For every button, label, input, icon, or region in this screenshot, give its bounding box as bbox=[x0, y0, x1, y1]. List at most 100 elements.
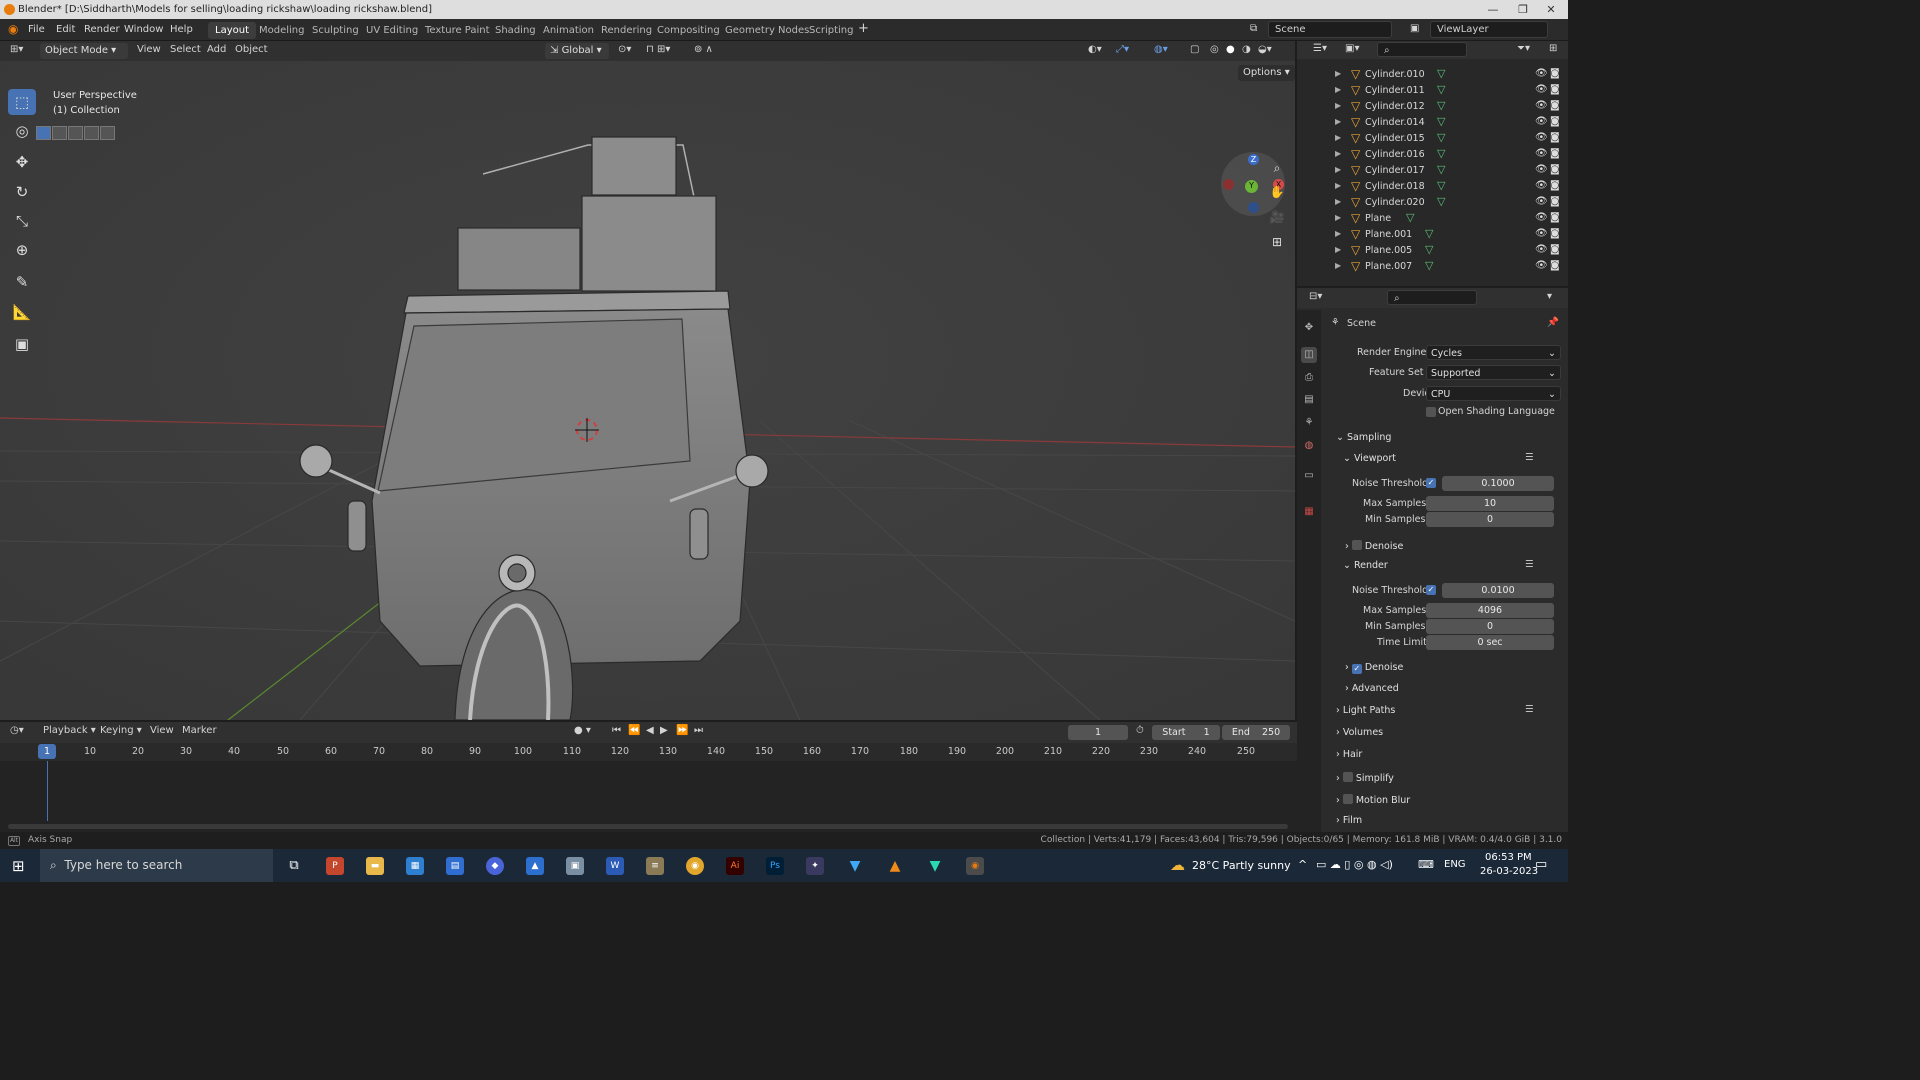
zoom-icon[interactable]: ⌕ bbox=[1267, 158, 1287, 178]
maximize-button[interactable]: ❐ bbox=[1508, 0, 1538, 19]
task-view-icon[interactable]: ⧉ bbox=[285, 857, 303, 875]
tray-chevron-icon[interactable]: ^ bbox=[1298, 858, 1307, 871]
motion-blur-checkbox[interactable] bbox=[1342, 794, 1353, 804]
select-invert-icon[interactable] bbox=[84, 126, 99, 140]
3d-viewport[interactable]: User Perspective (1) Collection Options … bbox=[0, 61, 1295, 720]
simplify-section[interactable]: › Simplify bbox=[1336, 771, 1394, 784]
vp-noise-field[interactable]: 0.1000 bbox=[1442, 476, 1554, 491]
menu-timeline-view[interactable]: View bbox=[150, 725, 174, 736]
r-denoise-checkbox[interactable]: ✓ bbox=[1351, 664, 1362, 674]
vp-denoise-checkbox[interactable] bbox=[1351, 540, 1362, 550]
menu-render[interactable]: Render bbox=[84, 24, 120, 35]
new-collection-icon[interactable]: ⊞ bbox=[1549, 43, 1557, 54]
prev-keyframe-icon[interactable]: ⏪ bbox=[628, 725, 640, 736]
select-subtract-icon[interactable] bbox=[68, 126, 83, 140]
menu-object[interactable]: Object bbox=[235, 44, 268, 55]
vp-max-field[interactable]: 10 bbox=[1426, 496, 1554, 511]
object-mode-dropdown[interactable]: Object Mode ▾ bbox=[40, 43, 128, 59]
outliner-row[interactable]: ▶ ▽ Cylinder.011 ▽ 👁 ◙ bbox=[1297, 83, 1568, 99]
osl-checkbox[interactable] bbox=[1426, 407, 1436, 417]
sampling-section[interactable]: ⌄ Sampling bbox=[1336, 432, 1391, 443]
chrome-icon[interactable]: ◉ bbox=[686, 857, 704, 875]
render-camera-icon[interactable]: ◙ bbox=[1550, 260, 1560, 271]
transform-tool-icon[interactable]: ⊕ bbox=[8, 237, 36, 263]
render-camera-icon[interactable]: ◙ bbox=[1550, 68, 1560, 79]
cursor-tool-icon[interactable]: ◎ bbox=[8, 118, 36, 144]
mesh-data-icon[interactable]: ▽ bbox=[1437, 99, 1445, 112]
timeline-scrollbar[interactable] bbox=[8, 824, 1288, 829]
render-camera-icon[interactable]: ◙ bbox=[1550, 180, 1560, 191]
render-camera-icon[interactable]: ◙ bbox=[1550, 148, 1560, 159]
mesh-data-icon[interactable]: ▽ bbox=[1437, 195, 1445, 208]
mesh-data-icon[interactable]: ▽ bbox=[1437, 163, 1445, 176]
app-icon[interactable]: ◆ bbox=[486, 857, 504, 875]
app-icon[interactable]: ✦ bbox=[806, 857, 824, 875]
mesh-data-icon[interactable]: ▽ bbox=[1437, 131, 1445, 144]
menu-help[interactable]: Help bbox=[170, 24, 193, 35]
mesh-data-icon[interactable]: ▽ bbox=[1425, 243, 1433, 256]
blender-taskbar-icon[interactable]: ◉ bbox=[966, 857, 984, 875]
weather-icon[interactable]: ☁ bbox=[1170, 856, 1185, 874]
close-button[interactable]: ✕ bbox=[1536, 0, 1566, 19]
visibility-eye-icon[interactable]: 👁 bbox=[1535, 228, 1548, 239]
visibility-eye-icon[interactable]: 👁 bbox=[1535, 260, 1548, 271]
properties-editor-icon[interactable]: ⊟▾ bbox=[1309, 291, 1322, 302]
outliner-search[interactable]: ⌕ bbox=[1377, 42, 1467, 57]
expand-arrow-icon[interactable]: ▶ bbox=[1335, 229, 1341, 238]
vp-denoise-subsection[interactable]: › Denoise bbox=[1345, 539, 1403, 552]
menu-marker[interactable]: Marker bbox=[182, 725, 217, 736]
gizmo-y-axis[interactable]: Y bbox=[1245, 180, 1258, 193]
windows-start-icon[interactable]: ⊞ bbox=[12, 857, 25, 875]
visibility-eye-icon[interactable]: 👁 bbox=[1535, 164, 1548, 175]
tab-shading[interactable]: Shading bbox=[488, 22, 543, 39]
r-noise-checkbox[interactable]: ✓ bbox=[1426, 585, 1436, 595]
blender-menu-icon[interactable]: ◉ bbox=[8, 22, 18, 36]
tool-tab-icon[interactable]: ✥ bbox=[1301, 320, 1317, 336]
expand-arrow-icon[interactable]: ▶ bbox=[1335, 181, 1341, 190]
vp-noise-checkbox[interactable]: ✓ bbox=[1426, 478, 1436, 488]
r-max-field[interactable]: 4096 bbox=[1426, 603, 1554, 618]
mesh-data-icon[interactable]: ▽ bbox=[1425, 227, 1433, 240]
jump-end-icon[interactable]: ⏭ bbox=[694, 725, 703, 736]
app-icon[interactable]: ▦ bbox=[406, 857, 424, 875]
menu-playback[interactable]: Playback ▾ bbox=[43, 725, 96, 736]
options-dropdown[interactable]: Options ▾ bbox=[1238, 65, 1295, 81]
add-workspace-icon[interactable]: + bbox=[858, 21, 869, 36]
outliner-editor-icon[interactable]: ☰▾ bbox=[1313, 43, 1327, 54]
illustrator-icon[interactable]: Ai bbox=[726, 857, 744, 875]
editor-type-icon[interactable]: ⊞▾ bbox=[10, 44, 23, 55]
volumes-section[interactable]: › Volumes bbox=[1336, 727, 1383, 738]
vp-min-field[interactable]: 0 bbox=[1426, 512, 1554, 527]
render-camera-icon[interactable]: ◙ bbox=[1550, 164, 1560, 175]
mesh-data-icon[interactable]: ▽ bbox=[1437, 83, 1445, 96]
wireframe-shading-icon[interactable]: ◎ bbox=[1210, 44, 1219, 55]
expand-arrow-icon[interactable]: ▶ bbox=[1335, 197, 1341, 206]
expand-arrow-icon[interactable]: ▶ bbox=[1335, 117, 1341, 126]
simplify-checkbox[interactable] bbox=[1342, 772, 1353, 782]
mesh-data-icon[interactable]: ▽ bbox=[1437, 115, 1445, 128]
tab-compositing[interactable]: Compositing bbox=[650, 22, 727, 39]
microsoft-store-icon[interactable]: ▤ bbox=[446, 857, 464, 875]
gizmo-neg-z-axis[interactable] bbox=[1248, 202, 1259, 213]
tab-texture-paint[interactable]: Texture Paint bbox=[418, 22, 497, 39]
r-noise-field[interactable]: 0.0100 bbox=[1442, 583, 1554, 598]
mesh-data-icon[interactable]: ▽ bbox=[1437, 147, 1445, 160]
select-intersect-icon[interactable] bbox=[100, 126, 115, 140]
transform-orientation-dropdown[interactable]: ⇲ Global ▾ bbox=[545, 43, 609, 59]
timeline-editor-icon[interactable]: ◷▾ bbox=[10, 725, 24, 736]
tab-uv-editing[interactable]: UV Editing bbox=[359, 22, 425, 39]
playhead-marker[interactable]: 1 bbox=[38, 744, 56, 759]
scale-tool-icon[interactable]: ⤡ bbox=[8, 208, 36, 234]
tab-modeling[interactable]: Modeling bbox=[252, 22, 312, 39]
powerpoint-icon[interactable]: P bbox=[326, 857, 344, 875]
menu-file[interactable]: File bbox=[28, 24, 45, 35]
properties-options-icon[interactable]: ▾ bbox=[1547, 291, 1552, 302]
material-shading-icon[interactable]: ◑ bbox=[1242, 44, 1251, 55]
menu-add[interactable]: Add bbox=[207, 44, 226, 55]
taskbar-search-box[interactable]: ⌕ Type here to search bbox=[40, 849, 273, 882]
language-indicator[interactable]: ENG bbox=[1444, 859, 1466, 870]
camera-view-icon[interactable]: 🎥 bbox=[1267, 207, 1287, 227]
clock-time[interactable]: 06:53 PM bbox=[1485, 852, 1532, 863]
menu-view[interactable]: View bbox=[137, 44, 161, 55]
render-camera-icon[interactable]: ◙ bbox=[1550, 196, 1560, 207]
